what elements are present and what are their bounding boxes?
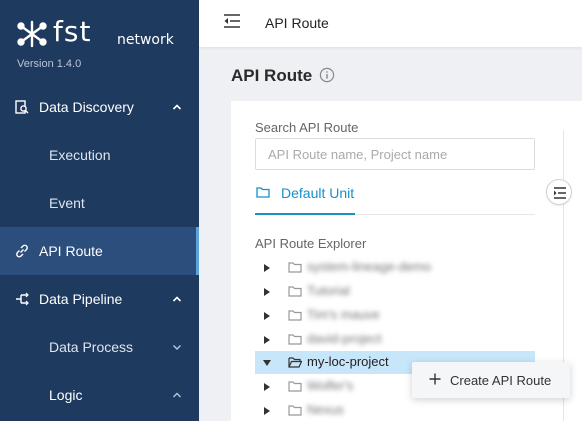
- brand-name: fst: [53, 15, 92, 48]
- caret-right-icon[interactable]: [264, 312, 270, 320]
- folder-icon: [288, 381, 302, 392]
- sidebar-item-label: API Route: [39, 243, 103, 259]
- tree-item-label: david-project: [307, 331, 382, 346]
- tree-item-label: system-lineage-demo: [307, 259, 432, 274]
- topbar: API Route: [199, 0, 582, 47]
- sidebar-item-label: Data Process: [49, 339, 134, 355]
- menu-item-label: Create API Route: [450, 373, 552, 388]
- chevron-up-icon: [173, 392, 181, 398]
- sidebar-item-label: Data Discovery: [39, 99, 134, 115]
- page-title: API Route: [231, 66, 313, 85]
- sidebar: fst network Version 1.4.0 Data Discovery…: [0, 0, 199, 421]
- menu-unfold-icon: [554, 187, 566, 199]
- caret-right-icon[interactable]: [264, 383, 270, 391]
- caret-right-icon[interactable]: [264, 407, 270, 415]
- sidebar-item-label: Data Pipeline: [39, 291, 123, 307]
- caret-right-icon[interactable]: [264, 336, 270, 344]
- tree-row[interactable]: system-lineage-demo: [255, 256, 535, 279]
- sidebar-item-logic[interactable]: Logic: [0, 371, 199, 419]
- caret-down-icon[interactable]: [263, 360, 271, 366]
- brand-subname: network: [117, 32, 174, 48]
- caret-right-icon[interactable]: [264, 264, 270, 272]
- folder-icon: [256, 187, 270, 198]
- create-api-route-menu-item[interactable]: Create API Route: [412, 362, 570, 398]
- info-icon[interactable]: [319, 67, 335, 83]
- version-label: Version 1.4.0: [17, 58, 82, 70]
- tree-row[interactable]: david-project: [255, 328, 535, 351]
- tab-underline: [255, 213, 355, 215]
- sidebar-item-label: Execution: [49, 147, 111, 163]
- tree-item-label: Tim's mauve: [307, 307, 380, 322]
- sidebar-item-execution[interactable]: Execution: [0, 131, 199, 179]
- tree-row[interactable]: Tutorial: [255, 280, 535, 303]
- menu-fold-icon[interactable]: [223, 13, 241, 29]
- fst-logo-icon: [17, 20, 47, 48]
- caret-right-icon[interactable]: [264, 288, 270, 296]
- tree-row[interactable]: Tim's mauve: [255, 304, 535, 327]
- unit-label: Default Unit: [281, 185, 355, 201]
- tree-item-label: my-loc-project: [307, 354, 389, 369]
- tree-item-label: Nexus: [307, 402, 344, 417]
- sidebar-item-data-discovery[interactable]: Data Discovery: [0, 83, 199, 131]
- sidebar-item-api-route[interactable]: API Route: [0, 227, 199, 275]
- explorer-label: API Route Explorer: [255, 236, 367, 251]
- sidebar-item-data-pipeline[interactable]: Data Pipeline: [0, 275, 199, 323]
- tab-default-unit[interactable]: Default Unit: [255, 183, 535, 215]
- sidebar-item-label: Event: [49, 195, 85, 211]
- chevron-up-icon: [172, 104, 182, 110]
- sidebar-item-label: Logic: [49, 387, 83, 403]
- data-pipeline-icon: [16, 292, 29, 306]
- sidebar-item-event[interactable]: Event: [0, 179, 199, 227]
- folder-icon: [288, 310, 302, 321]
- search-input[interactable]: [255, 138, 535, 170]
- folder-icon: [288, 334, 302, 345]
- tree-item-label: Tutorial: [307, 283, 350, 298]
- folder-icon: [288, 286, 302, 297]
- collapse-panel-button[interactable]: [546, 179, 572, 205]
- link-icon: [16, 244, 28, 258]
- sidebar-item-data-process[interactable]: Data Process: [0, 323, 199, 371]
- folder-open-icon: [288, 357, 302, 368]
- context-menu: Create API Route: [412, 362, 570, 398]
- topbar-title: API Route: [265, 15, 329, 31]
- chevron-up-icon: [172, 296, 182, 302]
- chevron-down-icon: [173, 345, 181, 350]
- folder-icon: [288, 405, 302, 416]
- search-label: Search API Route: [255, 120, 359, 135]
- folder-icon: [288, 262, 302, 273]
- tree-item-label: Wolfer's: [307, 378, 354, 393]
- plus-icon: [429, 373, 441, 385]
- data-discovery-icon: [15, 100, 29, 114]
- tree-row[interactable]: Nexus: [255, 399, 535, 421]
